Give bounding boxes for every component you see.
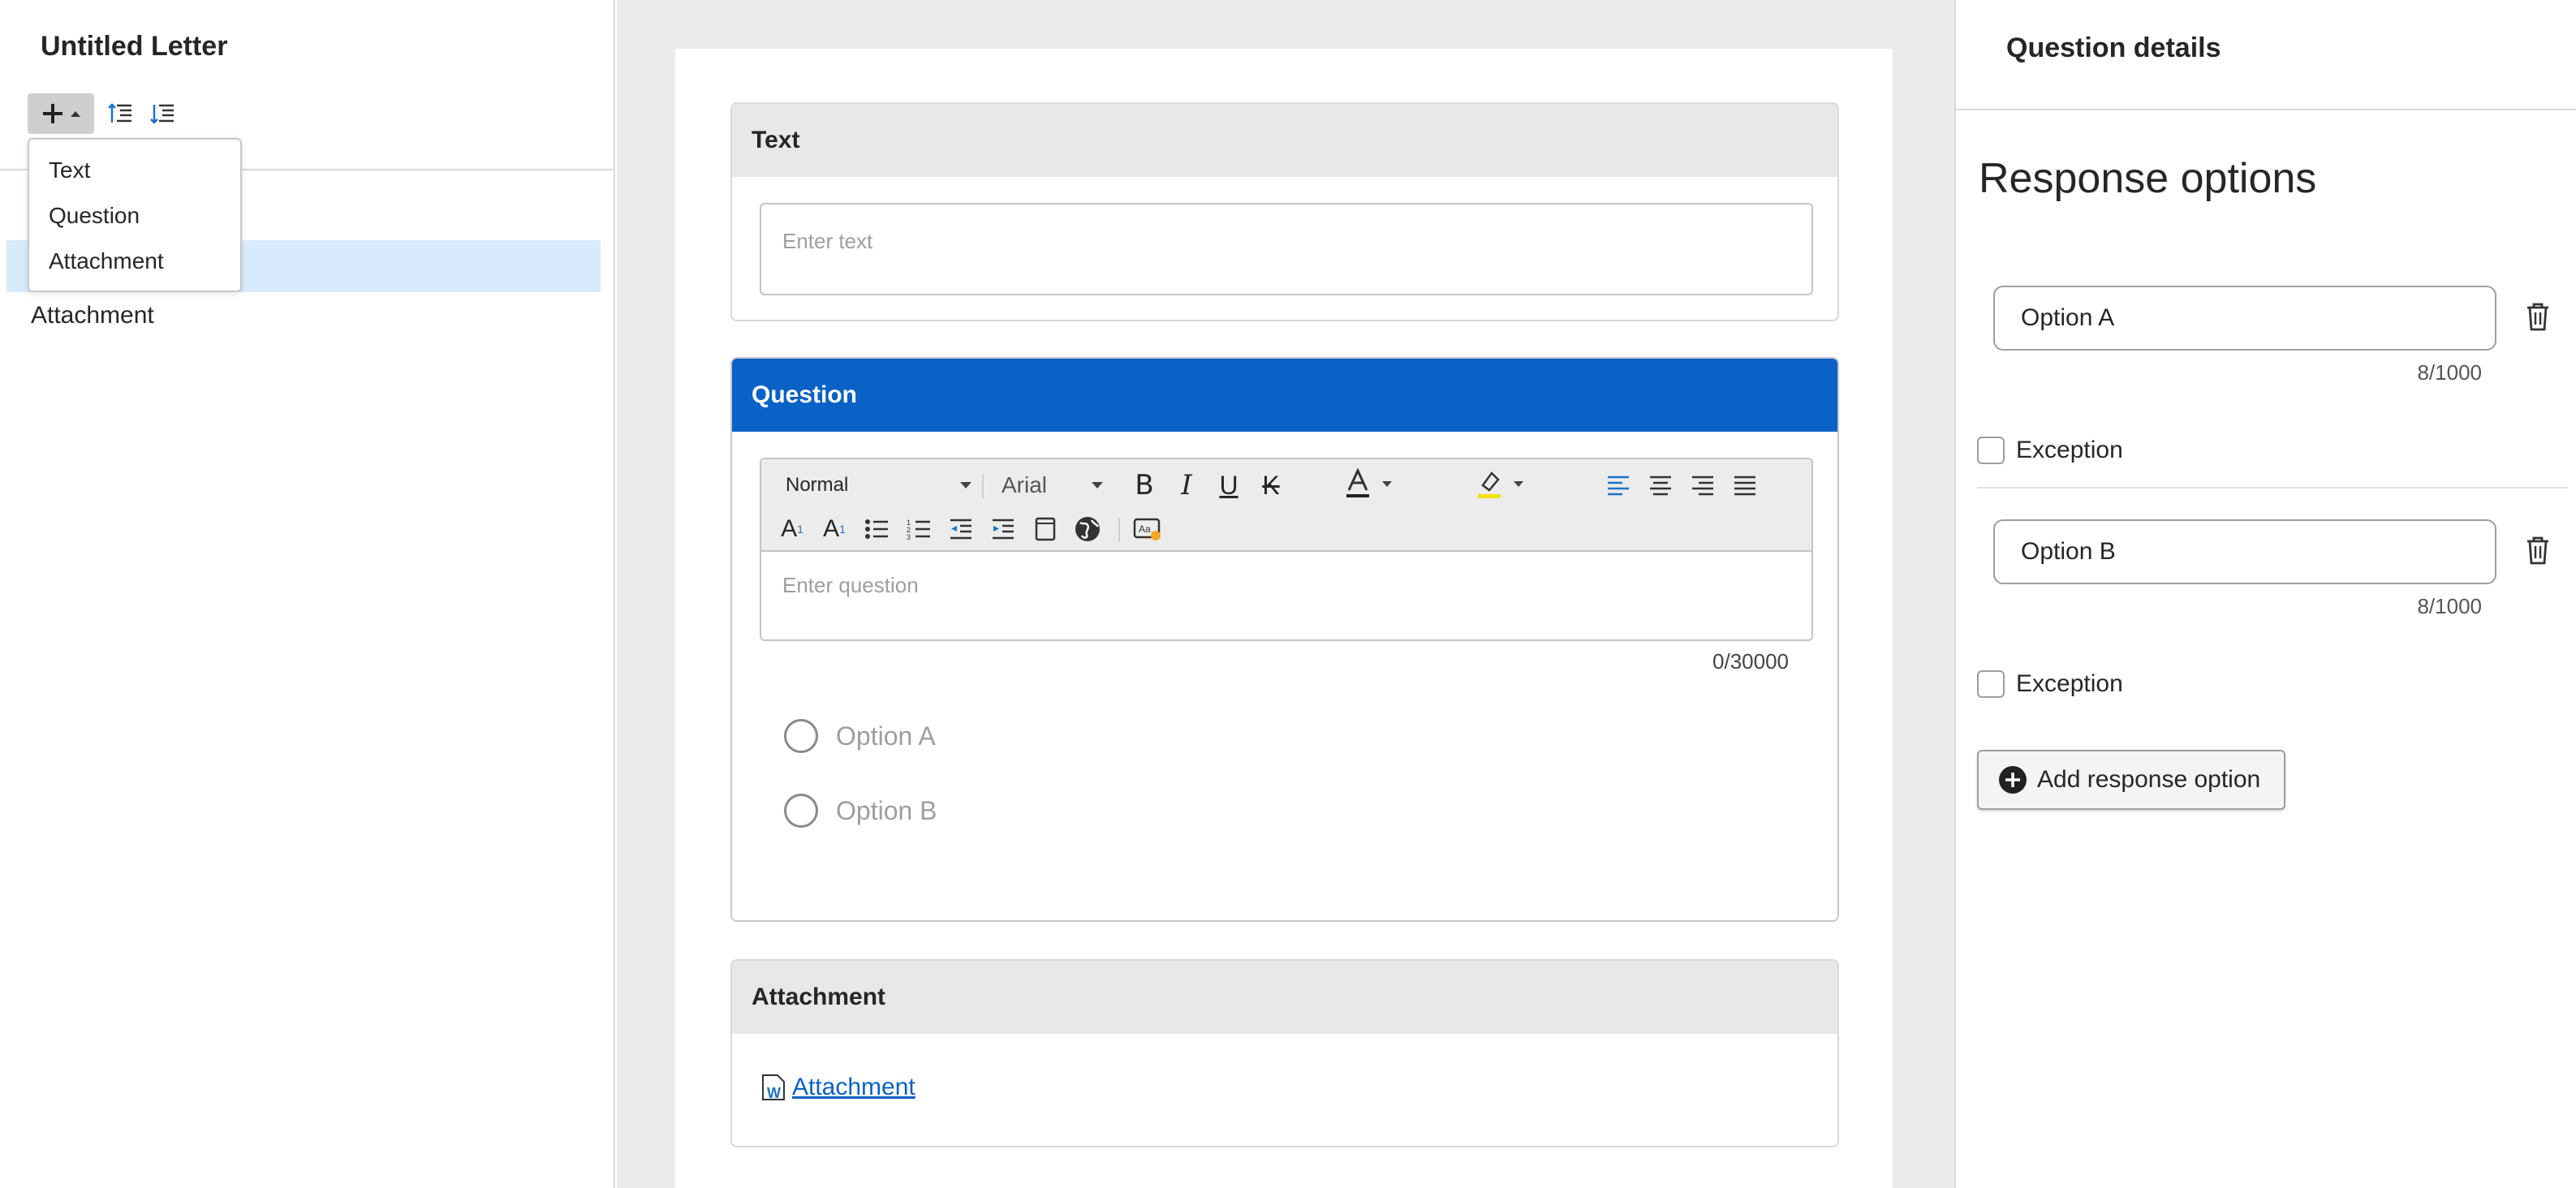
add-block-button[interactable] <box>28 93 94 134</box>
toolbar-separator <box>1118 518 1120 542</box>
divider <box>1977 487 2568 489</box>
question-block-title: Question <box>732 359 1837 432</box>
radio-button[interactable] <box>784 794 818 828</box>
exception-label: Exception <box>2016 437 2123 463</box>
add-response-option-button[interactable]: Add response option <box>1977 750 2285 810</box>
question-input[interactable]: Enter question <box>782 573 919 598</box>
response-options-heading: Response options <box>1979 155 2317 202</box>
attachment-block[interactable]: Attachment W Attachment <box>730 959 1839 1147</box>
increase-indent-icon[interactable] <box>987 513 1019 545</box>
outline-panel: Untitled Letter Attachment Text Question… <box>0 0 615 1188</box>
font-select[interactable]: Arial <box>1002 469 1104 501</box>
editor-toolbar: Normal Arial B I U K A 1 A 1 1 2 3 Aa <box>761 459 1811 552</box>
option-b-exception[interactable]: Exception <box>1977 670 2123 698</box>
font-color-button[interactable] <box>1336 467 1401 500</box>
align-justify-icon[interactable] <box>1729 469 1761 501</box>
menu-item-text[interactable]: Text <box>29 148 240 193</box>
trash-icon[interactable] <box>2524 300 2552 333</box>
align-left-icon[interactable] <box>1602 469 1635 501</box>
text-block-title: Text <box>732 104 1837 177</box>
indent-icon[interactable] <box>146 97 179 130</box>
subscript-icon[interactable]: A1 <box>818 513 851 545</box>
question-option-a[interactable]: Option A <box>784 719 936 753</box>
chevron-down-icon <box>1092 482 1103 489</box>
panel-title: Question details <box>2006 32 2221 63</box>
exception-checkbox[interactable] <box>1977 437 2005 464</box>
response-option-b-field[interactable]: Option B <box>1993 519 2496 584</box>
response-option-a-field[interactable]: Option A <box>1993 286 2496 351</box>
caret-up-icon <box>71 111 80 117</box>
document-title: Untitled Letter <box>41 31 228 62</box>
divider <box>1956 109 2576 110</box>
text-block[interactable]: Text Enter text <box>730 102 1839 321</box>
bulleted-list-icon[interactable] <box>860 513 893 545</box>
text-input[interactable]: Enter text <box>760 203 1813 295</box>
question-char-counter: 0/30000 <box>1712 649 1789 674</box>
italic-icon[interactable]: I <box>1170 469 1203 501</box>
exception-label: Exception <box>2016 670 2123 697</box>
style-select-value: Normal <box>786 474 849 496</box>
highlighter-icon <box>1478 471 1501 498</box>
chevron-down-icon <box>1514 480 1523 487</box>
plus-icon <box>43 104 62 123</box>
toolbar-separator <box>982 474 984 498</box>
style-select[interactable]: Normal <box>786 469 972 501</box>
option-b-char-counter: 8/1000 <box>2417 594 2482 618</box>
add-block-menu: Text Question Attachment <box>28 138 242 292</box>
chevron-down-icon <box>1382 480 1392 487</box>
add-response-option-label: Add response option <box>2037 766 2261 793</box>
bold-icon[interactable]: B <box>1128 469 1161 501</box>
question-details-panel: Question details Response options Option… <box>1954 0 2576 1188</box>
option-a-exception[interactable]: Exception <box>1977 437 2123 464</box>
outline-item-attachment[interactable]: Attachment <box>31 302 154 329</box>
chevron-down-icon <box>960 482 971 489</box>
menu-item-attachment[interactable]: Attachment <box>29 239 240 284</box>
option-a-char-counter: 8/1000 <box>2417 360 2482 385</box>
word-document-icon: W <box>762 1074 785 1101</box>
align-right-icon[interactable] <box>1686 469 1719 501</box>
rich-text-editor: Normal Arial B I U K A 1 A 1 1 2 3 Aa En… <box>760 458 1813 641</box>
decrease-indent-icon[interactable] <box>945 513 977 545</box>
outline-toolbar <box>28 93 179 135</box>
text-style-icon[interactable]: Aa <box>1131 513 1164 545</box>
align-center-icon[interactable] <box>1644 469 1677 501</box>
question-option-b[interactable]: Option B <box>784 794 937 828</box>
option-label: Option B <box>836 795 937 825</box>
question-block[interactable]: Question Normal Arial B I U K A 1 A 1 1 … <box>730 357 1839 922</box>
svg-text:3: 3 <box>907 533 911 540</box>
numbered-list-icon[interactable]: 123 <box>902 513 935 545</box>
exception-checkbox[interactable] <box>1977 670 2005 698</box>
page-break-icon[interactable] <box>1029 513 1062 545</box>
globe-icon[interactable] <box>1071 513 1104 545</box>
highlight-color-button[interactable] <box>1467 467 1532 500</box>
trash-icon[interactable] <box>2524 534 2552 566</box>
font-color-icon <box>1346 467 1369 497</box>
font-select-value: Arial <box>1002 472 1048 497</box>
superscript-icon[interactable]: A1 <box>776 513 808 545</box>
plus-circle-icon <box>1999 766 2027 794</box>
underline-icon[interactable]: U <box>1213 469 1245 501</box>
outdent-icon[interactable] <box>104 97 136 130</box>
radio-button[interactable] <box>784 719 818 753</box>
attachment-link-label: Attachment <box>792 1074 915 1100</box>
menu-item-question[interactable]: Question <box>29 193 240 239</box>
attachment-block-title: Attachment <box>732 961 1837 1034</box>
svg-text:Aa: Aa <box>1139 523 1151 535</box>
attachment-link[interactable]: W Attachment <box>760 1073 915 1102</box>
strikethrough-icon[interactable]: K <box>1255 469 1287 501</box>
svg-text:W: W <box>767 1085 781 1101</box>
option-label: Option A <box>836 721 936 751</box>
